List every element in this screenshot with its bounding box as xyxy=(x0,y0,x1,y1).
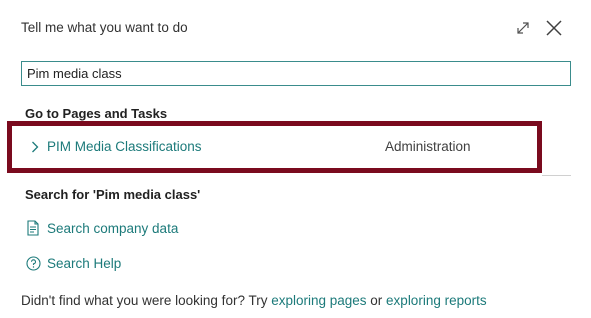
section-divider xyxy=(542,175,571,176)
document-search-icon xyxy=(25,220,41,236)
result-name[interactable]: PIM Media Classifications xyxy=(47,139,202,154)
footer-text: Didn't find what you were looking for? T… xyxy=(21,293,487,308)
search-help-link[interactable]: Search Help xyxy=(25,253,121,273)
search-section-heading: Search for 'Pim media class' xyxy=(25,187,201,202)
tell-me-dialog: Tell me what you want to do Go to Pages … xyxy=(0,0,591,318)
search-help-label[interactable]: Search Help xyxy=(47,256,121,271)
dialog-title: Tell me what you want to do xyxy=(21,20,188,35)
expand-icon[interactable] xyxy=(512,17,534,39)
footer-prefix: Didn't find what you were looking for? T… xyxy=(21,293,272,308)
close-x-icon xyxy=(546,20,562,36)
search-company-data-link[interactable]: Search company data xyxy=(25,218,178,238)
expand-arrows-icon xyxy=(517,22,529,34)
close-icon[interactable] xyxy=(543,17,565,39)
search-input[interactable] xyxy=(21,61,571,86)
exploring-reports-link[interactable]: exploring reports xyxy=(386,293,487,308)
chevron-right-icon xyxy=(29,140,41,154)
help-circle-icon xyxy=(25,255,41,271)
search-company-data-label[interactable]: Search company data xyxy=(47,221,178,236)
footer-middle: or xyxy=(366,293,387,308)
result-category: Administration xyxy=(385,139,471,154)
exploring-pages-link[interactable]: exploring pages xyxy=(271,293,366,308)
result-row-pim-media-classifications[interactable]: PIM Media Classifications Administration xyxy=(7,121,542,173)
pages-section-heading: Go to Pages and Tasks xyxy=(25,106,168,121)
